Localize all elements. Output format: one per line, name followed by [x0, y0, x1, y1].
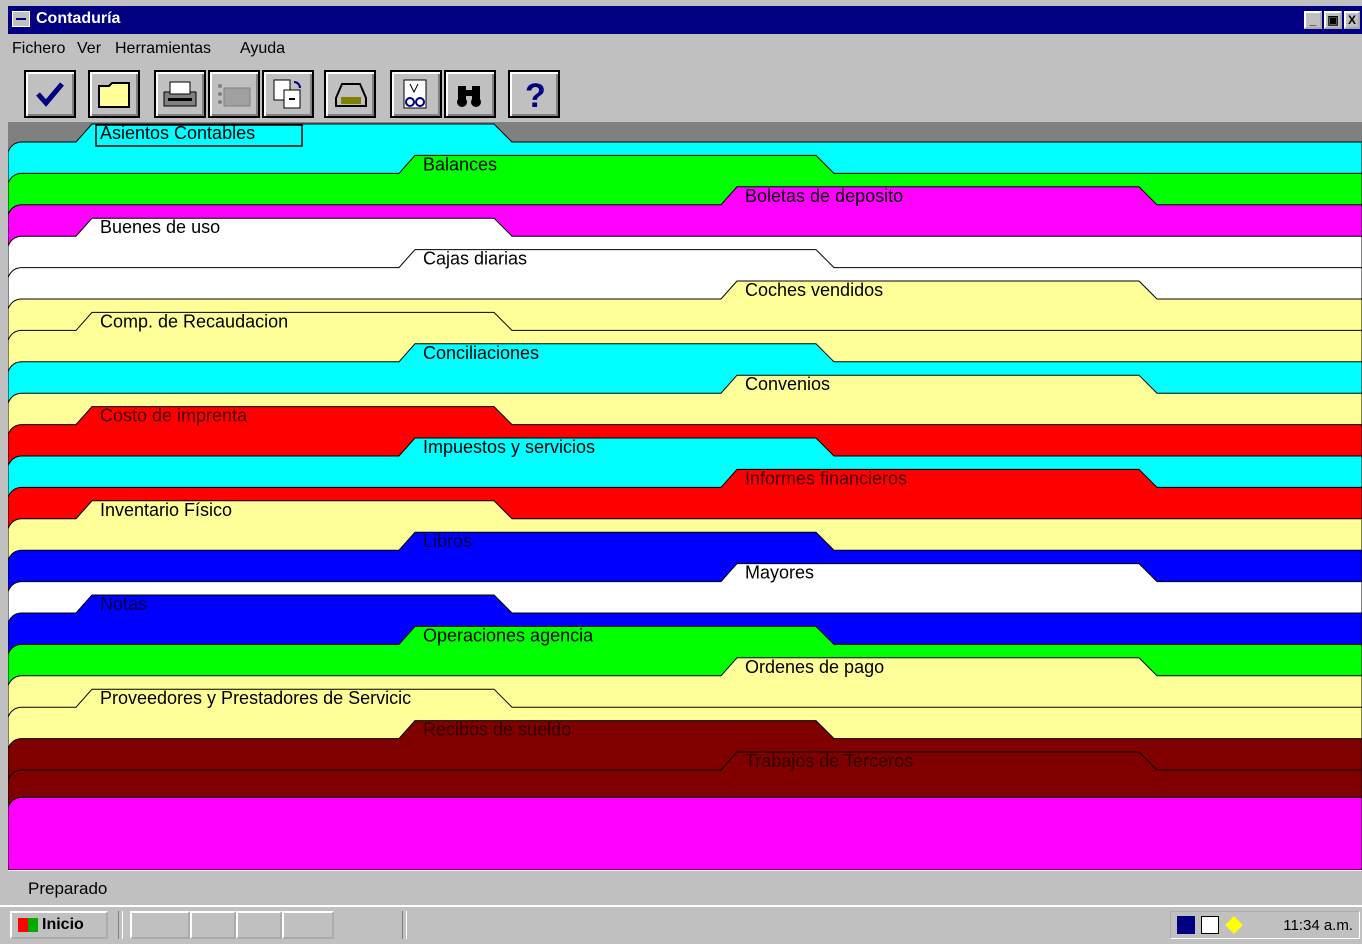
toolbar: ?	[8, 64, 1362, 120]
network-icon[interactable]	[1177, 916, 1195, 934]
start-button[interactable]: Inicio	[10, 911, 108, 939]
fax-icon	[218, 84, 251, 107]
minimize-button[interactable]: _	[1304, 11, 1322, 29]
tab-label[interactable]: Coches vendidos	[745, 280, 883, 300]
tab-label[interactable]: Buenes de uso	[100, 217, 220, 237]
tab-label[interactable]: Libros	[423, 531, 472, 551]
pencil-icon[interactable]	[1225, 916, 1243, 934]
tab-stack: Asientos Contables Balances Boletas de dep…	[8, 123, 1362, 870]
page-refresh-icon	[273, 79, 301, 109]
tray-button[interactable]	[324, 70, 376, 118]
tab-label[interactable]: Operaciones agencia	[423, 625, 594, 645]
open-button[interactable]	[88, 70, 140, 118]
menu-ayuda[interactable]: Ayuda	[240, 40, 285, 58]
preview-button[interactable]	[390, 70, 442, 118]
taskbar-separator	[402, 911, 407, 939]
help-icon: ?	[525, 78, 546, 110]
windows-logo-icon	[18, 918, 38, 932]
menu-bar: Fichero Ver Herramientas Ayuda	[8, 34, 1362, 64]
tab-content-panel	[8, 796, 1362, 870]
search-button[interactable]	[444, 70, 496, 118]
close-button[interactable]: X	[1344, 11, 1360, 29]
tab-label[interactable]: Informes financieros	[745, 468, 907, 488]
tab-label[interactable]: Ordenes de pago	[745, 657, 884, 677]
clock: 11:34 a.m.	[1283, 917, 1353, 934]
window-title: Contaduría	[36, 10, 121, 27]
tab-label[interactable]: Impuestos y servicios	[423, 437, 595, 457]
tab-label[interactable]: Notas	[100, 594, 147, 614]
tab-label[interactable]: Costo de imprenta	[100, 406, 248, 426]
page-refresh-button[interactable]	[262, 70, 314, 118]
tab-area: Asientos Contables Balances Boletas de dep…	[8, 122, 1362, 870]
tab-label[interactable]: Conciliaciones	[423, 343, 539, 363]
checkmark-icon	[36, 82, 64, 107]
menu-ver[interactable]: Ver	[77, 40, 101, 58]
tab-label[interactable]: Boletas de deposito	[745, 186, 903, 206]
taskbar-separator	[118, 911, 123, 939]
tab-label[interactable]: Recibos de sueldo	[423, 720, 571, 740]
fax-button[interactable]	[208, 70, 260, 118]
menu-herramientas[interactable]: Herramientas	[115, 40, 211, 58]
help-button[interactable]: ?	[508, 70, 560, 118]
tab-label[interactable]: Balances	[423, 154, 497, 174]
task-button-4[interactable]	[282, 911, 334, 939]
scheduler-icon[interactable]	[1201, 916, 1219, 934]
tab-label[interactable]: Convenios	[745, 374, 830, 394]
status-bar: Preparado	[8, 870, 1362, 905]
start-label: Inicio	[42, 916, 84, 933]
restore-button[interactable]: ▣	[1324, 11, 1342, 29]
tab-label[interactable]: Asientos Contables	[100, 123, 255, 143]
task-button-1[interactable]	[130, 911, 190, 939]
tab-label[interactable]: Cajas diarias	[423, 249, 527, 269]
folder-icon	[98, 82, 130, 108]
confirm-button[interactable]	[24, 70, 76, 118]
printer-icon	[163, 81, 197, 107]
title-bar: Contaduría _ ▣ X	[8, 6, 1362, 34]
menu-fichero[interactable]: Fichero	[12, 40, 65, 58]
tab-label[interactable]: Trabajos de Terceros	[745, 751, 913, 771]
tab-label[interactable]: Mayores	[745, 563, 814, 583]
document-preview-icon	[403, 79, 427, 109]
tab-label[interactable]: Inventario Físico	[100, 500, 232, 520]
taskbar: Inicio 11:34 a.m.	[0, 905, 1362, 944]
tab-label[interactable]: Comp. de Recaudacion	[100, 311, 288, 331]
svg-text:?: ?	[525, 78, 546, 110]
system-tray: 11:34 a.m.	[1170, 911, 1360, 939]
app-window-icon[interactable]	[12, 11, 30, 27]
task-button-2[interactable]	[190, 911, 236, 939]
tray-xn-icon	[335, 83, 367, 107]
task-button-3[interactable]	[236, 911, 282, 939]
binoculars-icon	[457, 86, 481, 107]
status-text: Preparado	[28, 879, 108, 898]
print-button[interactable]	[154, 70, 206, 118]
tab-label[interactable]: Proveedores y Prestadores de Servicic	[100, 688, 411, 708]
